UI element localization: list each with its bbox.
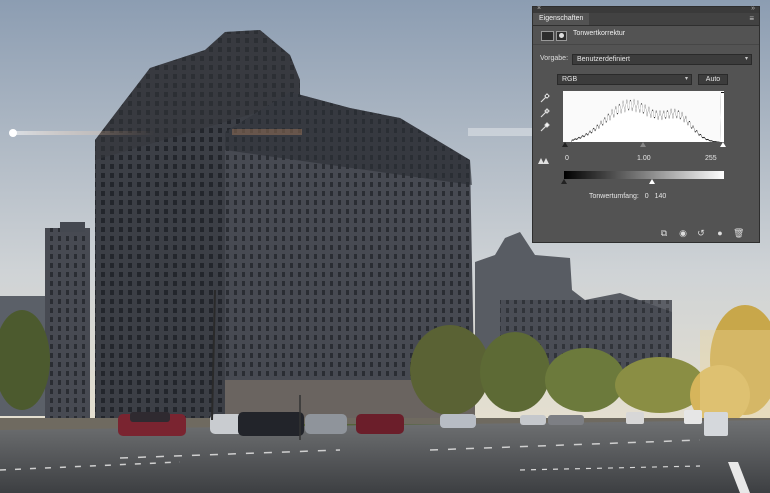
output-white-slider[interactable]	[649, 179, 655, 184]
preset-row: Vorgabe: Benutzerdefiniert ▾	[540, 54, 752, 65]
output-black-value[interactable]: 0	[645, 193, 649, 200]
layer-mask-icon[interactable]	[556, 31, 567, 41]
histogram-bars	[563, 92, 724, 142]
adjustment-title: Tonwertkorrektur	[573, 30, 626, 37]
input-levels-row: 0 1.00 255	[565, 155, 725, 164]
input-white-slider[interactable]	[720, 142, 726, 147]
levels-adjustment-icon[interactable]	[541, 31, 554, 41]
collapse-panel-icon[interactable]: »	[751, 5, 755, 12]
view-previous-state-icon[interactable]: ◉	[678, 228, 688, 238]
delete-icon[interactable]: 🗑	[733, 228, 744, 238]
reset-icon[interactable]: ↺	[696, 228, 706, 238]
preset-value: Benutzerdefiniert	[577, 56, 630, 63]
output-levels-row: Tonwertumfang: 0 140	[589, 193, 670, 200]
output-white-value[interactable]: 140	[655, 193, 667, 200]
input-black-value[interactable]: 0	[565, 155, 569, 162]
toggle-visibility-icon[interactable]: ●	[715, 228, 725, 238]
close-panel-icon[interactable]: ×	[537, 5, 541, 12]
output-levels-label: Tonwertumfang:	[589, 193, 639, 200]
panel-tab-bar: Eigenschaften ≡	[533, 13, 759, 26]
gray-point-eyedropper-icon[interactable]	[540, 108, 550, 118]
panel-footer: ⧉ ◉ ↺ ● 🗑	[533, 224, 759, 242]
clip-to-layer-icon[interactable]: ⧉	[659, 228, 669, 238]
channel-value: RGB	[562, 76, 578, 83]
clipping-warning-icon[interactable]	[537, 157, 551, 167]
input-gamma-slider[interactable]	[640, 142, 646, 147]
white-point-eyedropper-icon[interactable]	[540, 122, 550, 132]
black-point-eyedropper-icon[interactable]	[540, 93, 550, 103]
levels-histogram	[563, 91, 724, 142]
tab-properties[interactable]: Eigenschaften	[533, 13, 590, 25]
adjustment-title-row: Tonwertkorrektur	[533, 26, 759, 45]
channel-select[interactable]: RGB ▾	[557, 74, 692, 85]
output-black-slider[interactable]	[561, 179, 567, 184]
preset-select[interactable]: Benutzerdefiniert ▾	[572, 54, 752, 65]
auto-button[interactable]: Auto	[698, 74, 728, 85]
input-white-value[interactable]: 255	[705, 155, 717, 162]
preset-label: Vorgabe:	[540, 55, 569, 62]
channel-row: RGB ▾ Auto	[557, 74, 753, 85]
input-black-slider[interactable]	[562, 142, 568, 147]
chevron-down-icon: ▾	[684, 76, 688, 82]
chevron-down-icon: ▾	[744, 56, 748, 62]
panel-menu-icon[interactable]: ≡	[749, 13, 754, 25]
input-gamma-value[interactable]: 1.00	[637, 155, 651, 162]
output-levels-gradient	[564, 171, 724, 179]
